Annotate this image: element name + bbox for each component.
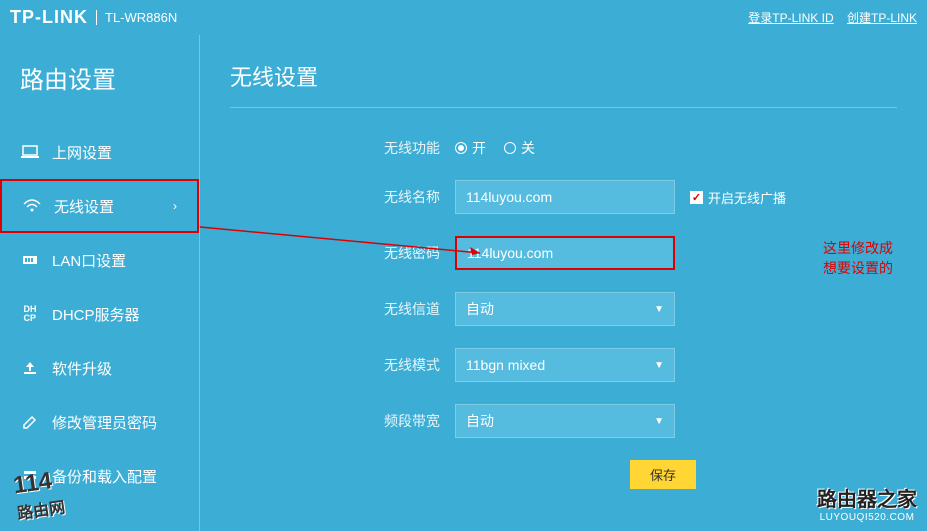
radio-off[interactable]: 关 [504,138,535,158]
sidebar: 路由设置 上网设置 无线设置 › LAN口设置 DHCP DHCP服务器 [0,35,200,531]
create-link[interactable]: 创建TP-LINK [847,11,917,25]
sidebar-item-label: LAN口设置 [52,250,126,271]
broadcast-checkbox[interactable]: ✓ 开启无线广播 [690,188,786,207]
mode-label: 无线模式 [370,355,440,375]
sidebar-item-label: 上网设置 [52,142,112,163]
edit-icon [20,414,40,430]
sidebar-item-label: 修改管理员密码 [52,412,157,433]
sidebar-item-label: 无线设置 [54,196,114,217]
main-content: 无线设置 无线功能 开 关 无线名称 [200,35,927,531]
sidebar-title: 路由设置 [0,35,199,125]
sidebar-item-internet[interactable]: 上网设置 [0,125,199,179]
sidebar-item-lan[interactable]: LAN口设置 [0,233,199,287]
annotation-text: 这里修改成想要设置的 [823,239,893,278]
radio-on[interactable]: 开 [455,138,486,158]
sidebar-item-dhcp[interactable]: DHCP DHCP服务器 [0,287,199,341]
sidebar-item-upgrade[interactable]: 软件升级 [0,341,199,395]
sidebar-item-label: 备份和载入配置 [52,466,157,487]
sidebar-item-wireless[interactable]: 无线设置 › [0,179,199,233]
chevron-right-icon: › [173,199,177,213]
save-button[interactable]: 保存 [630,460,696,489]
sidebar-item-label: 软件升级 [52,358,112,379]
laptop-icon [20,145,40,159]
caret-down-icon: ▼ [654,360,664,371]
upload-icon [20,360,40,376]
ssid-label: 无线名称 [370,187,440,207]
bandwidth-select[interactable]: 自动 ▼ [455,404,675,438]
channel-label: 无线信道 [370,299,440,319]
sidebar-item-backup[interactable]: 备份和载入配置 [0,449,199,503]
backup-icon [20,468,40,484]
lan-icon [20,253,40,267]
sidebar-item-password[interactable]: 修改管理员密码 [0,395,199,449]
sidebar-item-label: DHCP服务器 [52,304,140,325]
checkbox-icon: ✓ [690,191,703,204]
bandwidth-label: 频段带宽 [370,411,440,431]
password-label: 无线密码 [370,243,440,263]
radio-icon [504,142,516,154]
password-input[interactable] [455,236,675,270]
wireless-func-label: 无线功能 [370,138,440,158]
login-link[interactable]: 登录TP-LINK ID [748,11,833,25]
model-label: TL-WR886N [96,10,177,25]
brand-logo: TP-LINK [10,7,88,28]
channel-select[interactable]: 自动 ▼ [455,292,675,326]
mode-select[interactable]: 11bgn mixed ▼ [455,348,675,382]
page-title: 无线设置 [230,60,897,108]
dhcp-icon: DHCP [20,305,40,323]
caret-down-icon: ▼ [654,416,664,427]
radio-icon [455,142,467,154]
ssid-input[interactable] [455,180,675,214]
caret-down-icon: ▼ [654,304,664,315]
wifi-icon [22,199,42,213]
